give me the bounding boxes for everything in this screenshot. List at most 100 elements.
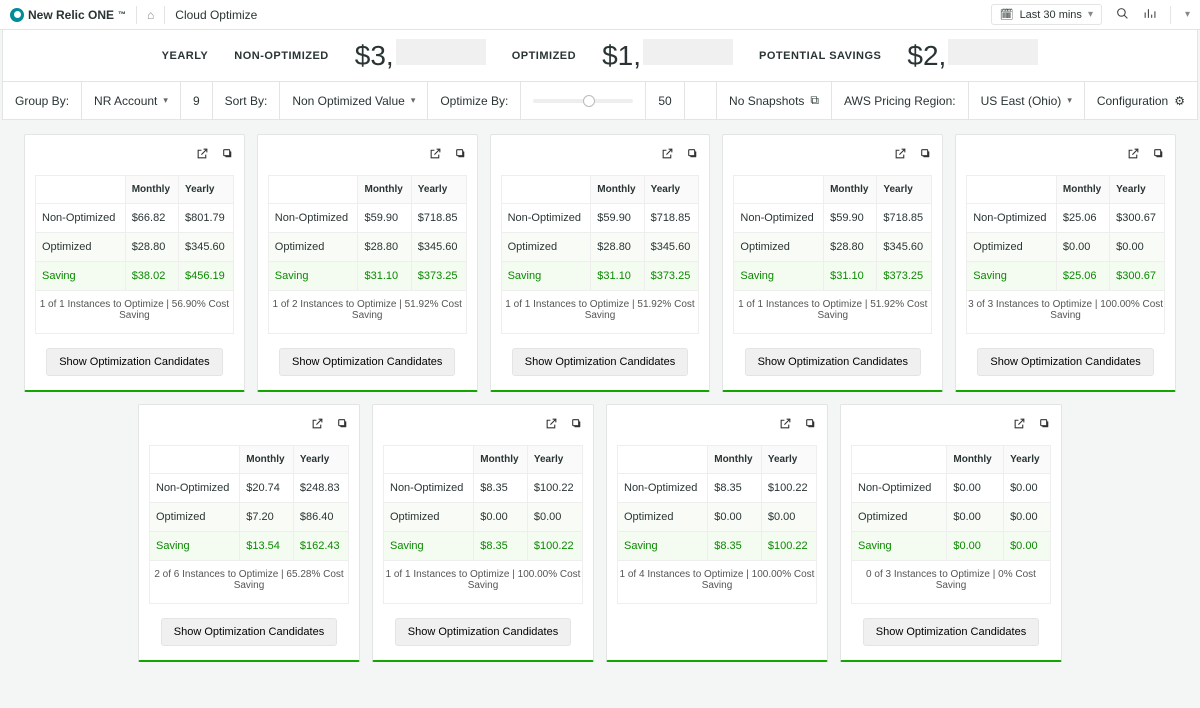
- calendar-icon: 🗓: [1000, 8, 1014, 21]
- sort-by-dropdown[interactable]: Non Optimized Value ▾: [280, 82, 428, 119]
- row-non-optimized: Non-Optimized$25.06$300.67: [967, 204, 1165, 233]
- copy-icon[interactable]: [1038, 417, 1051, 433]
- filter-toolbar: Group By: NR Account ▾ 9 Sort By: Non Op…: [2, 82, 1198, 120]
- row-saving: Saving$0.00$0.00: [852, 532, 1051, 561]
- row-non-optimized: Non-Optimized$59.90$718.85: [268, 204, 466, 233]
- copy-icon[interactable]: [570, 417, 583, 433]
- row-optimized: Optimized$0.00$0.00: [384, 503, 583, 532]
- breadcrumb[interactable]: Cloud Optimize: [175, 8, 257, 22]
- col-yearly: Yearly: [1004, 446, 1051, 474]
- copy-icon[interactable]: [1152, 147, 1165, 163]
- copy-icon[interactable]: [686, 147, 699, 163]
- slider-thumb[interactable]: [583, 95, 595, 107]
- home-icon[interactable]: ⌂: [147, 8, 154, 22]
- row-optimized: Optimized$28.80$345.60: [36, 233, 234, 262]
- row-saving: Saving$25.06$300.67: [967, 262, 1165, 291]
- cost-table: MonthlyYearly Non-Optimized$0.00$0.00 Op…: [851, 445, 1051, 561]
- divider: [1170, 6, 1171, 24]
- external-link-icon[interactable]: [1013, 417, 1026, 433]
- external-link-icon[interactable]: [894, 147, 907, 163]
- show-candidates-button[interactable]: Show Optimization Candidates: [863, 618, 1039, 646]
- caret-down-icon: ▾: [163, 95, 168, 106]
- col-yearly: Yearly: [411, 176, 466, 204]
- group-by-value: NR Account: [94, 94, 157, 108]
- copy-icon[interactable]: [221, 147, 234, 163]
- row-non-optimized: Non-Optimized$59.90$718.85: [734, 204, 932, 233]
- topbar-right: 🗓 Last 30 mins ▾ ▾: [991, 4, 1190, 25]
- group-by-dropdown[interactable]: NR Account ▾: [82, 82, 181, 119]
- card-header: [149, 415, 349, 435]
- cost-table: MonthlyYearly Non-Optimized$59.90$718.85…: [501, 175, 700, 291]
- row-optimized: Optimized$0.00$0.00: [852, 503, 1051, 532]
- spacer: [685, 82, 717, 119]
- show-candidates-button[interactable]: Show Optimization Candidates: [395, 618, 571, 646]
- card-summary: 3 of 3 Instances to Optimize | 100.00% C…: [966, 291, 1165, 334]
- card-header: [617, 415, 817, 435]
- pricing-region-value: US East (Ohio): [981, 94, 1062, 108]
- row-non-optimized: Non-Optimized$59.90$718.85: [501, 204, 699, 233]
- account-card: MonthlyYearly Non-Optimized$8.35$100.22 …: [372, 404, 594, 662]
- copy-icon[interactable]: [804, 417, 817, 433]
- copy-icon[interactable]: [336, 417, 349, 433]
- external-link-icon[interactable]: [779, 417, 792, 433]
- group-by-label: Group By:: [3, 82, 82, 119]
- row-saving: Saving$38.02$456.19: [36, 262, 234, 291]
- pricing-region-dropdown[interactable]: US East (Ohio) ▾: [969, 82, 1085, 119]
- show-candidates-button[interactable]: Show Optimization Candidates: [512, 348, 688, 376]
- chevron-down-icon: ▾: [1088, 9, 1093, 20]
- card-summary: 1 of 1 Instances to Optimize | 100.00% C…: [383, 561, 583, 604]
- row-saving: Saving$31.10$373.25: [268, 262, 466, 291]
- optimize-by-slider[interactable]: [521, 82, 646, 119]
- card-header: [268, 145, 467, 165]
- sort-by-value: Non Optimized Value: [292, 94, 405, 108]
- yearly-label: YEARLY: [162, 50, 209, 62]
- col-yearly: Yearly: [178, 176, 233, 204]
- external-link-icon[interactable]: [429, 147, 442, 163]
- hero-summary: YEARLY NON-OPTIMIZED $3, OPTIMIZED $1, P…: [2, 30, 1198, 82]
- topbar: New Relic ONE™ ⌂ Cloud Optimize 🗓 Last 3…: [0, 0, 1200, 30]
- external-link-icon[interactable]: [1127, 147, 1140, 163]
- card-summary: 1 of 2 Instances to Optimize | 51.92% Co…: [268, 291, 467, 334]
- copy-icon[interactable]: [919, 147, 932, 163]
- chevron-down-icon[interactable]: ▾: [1185, 9, 1190, 20]
- row-optimized: Optimized$7.20$86.40: [150, 503, 349, 532]
- row-optimized: Optimized$0.00$0.00: [967, 233, 1165, 262]
- show-candidates-button[interactable]: Show Optimization Candidates: [279, 348, 455, 376]
- search-icon[interactable]: [1116, 7, 1129, 23]
- show-candidates-button[interactable]: Show Optimization Candidates: [745, 348, 921, 376]
- show-candidates-button[interactable]: Show Optimization Candidates: [977, 348, 1153, 376]
- optimized-label: OPTIMIZED: [512, 50, 576, 62]
- snapshots-button[interactable]: No Snapshots ⧉: [717, 82, 832, 119]
- account-card: MonthlyYearly Non-Optimized$59.90$718.85…: [490, 134, 711, 392]
- row-optimized: Optimized$28.80$345.60: [501, 233, 699, 262]
- col-monthly: Monthly: [824, 176, 877, 204]
- time-range-picker[interactable]: 🗓 Last 30 mins ▾: [991, 4, 1102, 25]
- divider: [136, 6, 137, 24]
- row-saving: Saving$13.54$162.43: [150, 532, 349, 561]
- chart-icon[interactable]: [1143, 7, 1156, 23]
- col-monthly: Monthly: [474, 446, 528, 474]
- brand: New Relic ONE™: [10, 8, 126, 22]
- col-monthly: Monthly: [1056, 176, 1109, 204]
- row-non-optimized: Non-Optimized$66.82$801.79: [36, 204, 234, 233]
- col-yearly: Yearly: [1110, 176, 1165, 204]
- copy-icon[interactable]: [454, 147, 467, 163]
- show-candidates-button[interactable]: Show Optimization Candidates: [161, 618, 337, 646]
- optimize-by-value: 50: [646, 82, 684, 119]
- configuration-button[interactable]: Configuration ⚙: [1085, 82, 1197, 119]
- external-link-icon[interactable]: [661, 147, 674, 163]
- card-header: [501, 145, 700, 165]
- copy-icon: ⧉: [810, 93, 819, 108]
- col-yearly: Yearly: [644, 176, 699, 204]
- external-link-icon[interactable]: [311, 417, 324, 433]
- external-link-icon[interactable]: [196, 147, 209, 163]
- external-link-icon[interactable]: [545, 417, 558, 433]
- show-candidates-button[interactable]: Show Optimization Candidates: [46, 348, 222, 376]
- account-card: MonthlyYearly Non-Optimized$66.82$801.79…: [24, 134, 245, 392]
- cost-table: MonthlyYearly Non-Optimized$20.74$248.83…: [149, 445, 349, 561]
- card-header: [966, 145, 1165, 165]
- sort-by-label: Sort By:: [213, 82, 281, 119]
- redacted-mask: [643, 39, 733, 65]
- card-summary: 1 of 4 Instances to Optimize | 100.00% C…: [617, 561, 817, 604]
- slider-track: [533, 99, 633, 103]
